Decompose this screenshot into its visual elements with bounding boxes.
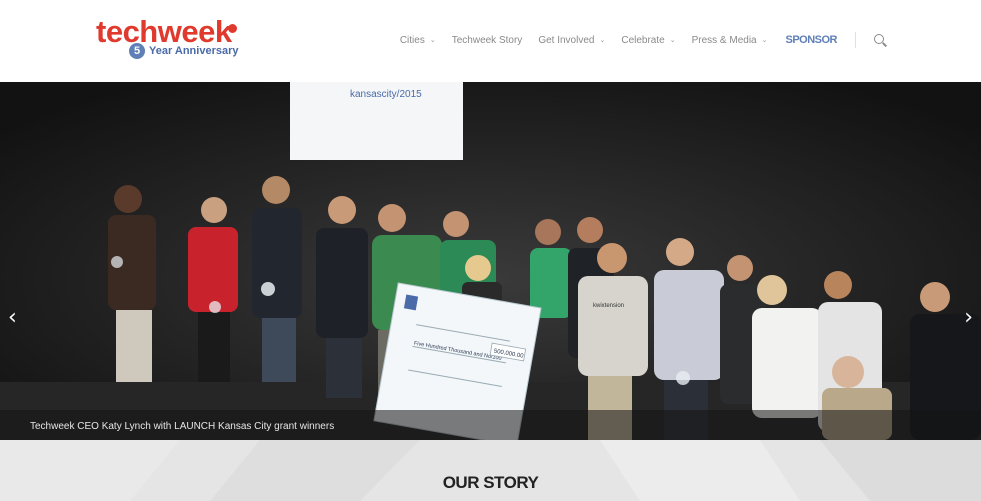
chevron-right-icon: › bbox=[964, 305, 973, 330]
chevron-down-icon: ⌄ bbox=[599, 37, 606, 44]
nav-item-celebrate[interactable]: Celebrate ⌄ bbox=[621, 35, 675, 46]
shirt-logo: kwixtension bbox=[593, 303, 624, 309]
anniversary-badge: 5 bbox=[129, 43, 145, 59]
nav-item-label: Techweek Story bbox=[451, 34, 523, 46]
hero-photo: kansascity/2015 Five Hundred Thousand an… bbox=[0, 82, 981, 440]
chevron-down-icon: ⌄ bbox=[669, 37, 676, 44]
logo-anniversary: 5 Year Anniversary bbox=[129, 43, 238, 59]
techweek-logo[interactable]: techweek 5 Year Anniversary bbox=[96, 15, 246, 65]
our-story-section: OUR STORY bbox=[0, 440, 981, 501]
slider-next-button[interactable]: › bbox=[964, 307, 973, 329]
logo-tagline: Year Anniversary bbox=[149, 45, 239, 57]
nav-sponsor-link[interactable]: SPONSOR bbox=[785, 34, 837, 46]
nav-item-label: Press & Media bbox=[691, 34, 757, 46]
slide-caption: Techweek CEO Katy Lynch with LAUNCH Kans… bbox=[30, 421, 335, 432]
search-icon[interactable] bbox=[874, 34, 888, 47]
chevron-down-icon: ⌄ bbox=[761, 37, 768, 44]
slider-prev-button[interactable]: ‹ bbox=[8, 307, 17, 329]
chevron-down-icon: ⌄ bbox=[429, 37, 436, 44]
logo-dot bbox=[228, 24, 237, 33]
nav-item-techweek-story[interactable]: Techweek Story bbox=[452, 35, 523, 46]
nav-item-cities[interactable]: Cities ⌄ bbox=[400, 35, 436, 46]
chevron-left-icon: ‹ bbox=[8, 305, 17, 330]
nav-item-label: Celebrate bbox=[621, 34, 665, 46]
main-nav: Cities ⌄ Techweek Story Get Involved ⌄ C… bbox=[384, 30, 888, 50]
section-title: OUR STORY bbox=[442, 473, 539, 492]
nav-divider bbox=[855, 32, 856, 48]
nav-item-label: Cities bbox=[399, 34, 425, 46]
nav-item-label: Get Involved bbox=[538, 34, 595, 46]
nav-item-press-media[interactable]: Press & Media ⌄ bbox=[692, 35, 768, 46]
site-header: techweek 5 Year Anniversary Cities ⌄ Tec… bbox=[0, 0, 981, 82]
nav-item-get-involved[interactable]: Get Involved ⌄ bbox=[538, 35, 605, 46]
banner-text: kansascity/2015 bbox=[350, 89, 422, 100]
hero-slider: kansascity/2015 Five Hundred Thousand an… bbox=[0, 82, 981, 440]
